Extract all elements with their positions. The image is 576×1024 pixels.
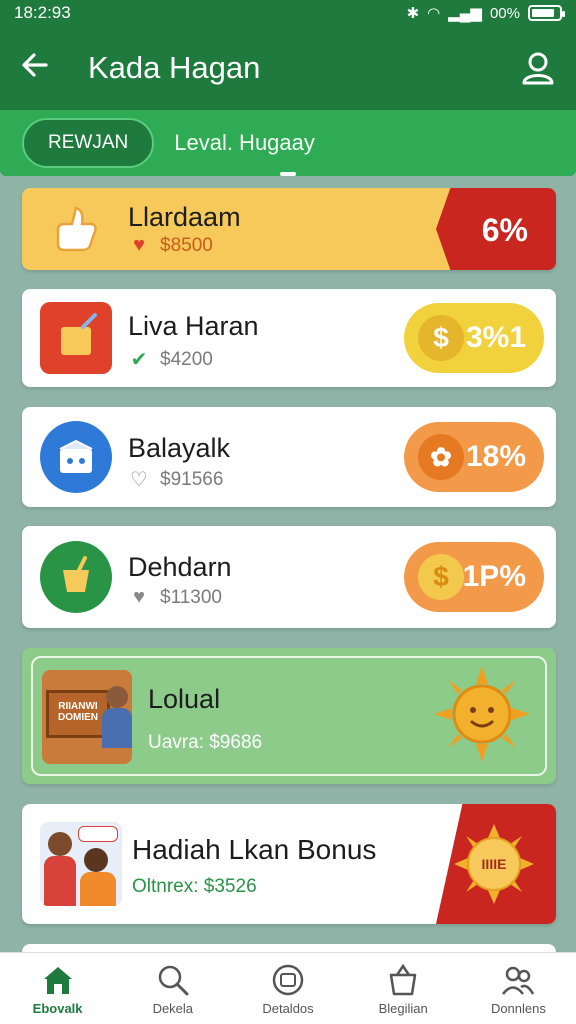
nav-item-blegilian[interactable]: Blegilian	[346, 953, 461, 1024]
card-subtitle: ✔ $4200	[128, 347, 213, 372]
badge-pill: ✿ 18%	[404, 422, 544, 492]
bonus-image	[40, 822, 122, 906]
list-item-dehdarn[interactable]: Dehdarn ♥ $11300 $ 1P%	[22, 526, 556, 628]
heart-icon: ♥	[133, 234, 145, 256]
cup-icon	[40, 302, 112, 374]
card-subtitle: Oltnrex: $3526	[132, 876, 257, 897]
person-body	[80, 872, 116, 906]
nav-item-donnlens[interactable]: Donnlens	[461, 953, 576, 1024]
heart-icon: ♥	[133, 586, 145, 608]
card-badge: 3%1	[465, 321, 526, 354]
coin-icon: $	[418, 554, 464, 600]
battery-percent: 00%	[489, 4, 520, 22]
coin-icon: $	[418, 315, 464, 361]
card-value: $8500	[160, 234, 213, 256]
nav-label: Donnlens	[490, 1001, 546, 1016]
card-badge: 6%	[481, 212, 528, 248]
featured-image: RIIANWI DOMIEN	[42, 670, 132, 764]
check-icon: ✔	[130, 349, 148, 371]
page-title: Kada Hagan	[88, 50, 261, 85]
bucket-icon	[40, 541, 112, 613]
card-value: $11300	[160, 586, 222, 608]
card-title: Liva Haran	[128, 311, 259, 341]
cup-shape	[61, 313, 97, 355]
card-subtitle: ♥ $11300	[128, 586, 222, 609]
card-title: Dehdarn	[128, 552, 232, 582]
featured-card[interactable]: RIIANWI DOMIEN Lolual Uavra: $9686	[22, 648, 556, 784]
thumbs-up-icon	[56, 206, 97, 252]
gift-icon	[271, 963, 305, 997]
featured-sign: RIIANWI DOMIEN	[46, 690, 110, 738]
card-subtitle: Uavra: $9686	[148, 732, 263, 753]
tab-strip: REWJAN Leval. Hugaay	[0, 110, 576, 176]
heart-outline-icon: ♡	[130, 469, 148, 491]
tab-rewjan[interactable]: REWJAN	[22, 118, 155, 168]
status-icons: ✱ ◠ ▂▄▆ 00%	[406, 4, 565, 22]
basket-icon	[386, 963, 420, 997]
card-value: $4200	[160, 348, 213, 370]
back-button[interactable]	[20, 50, 70, 86]
person-head	[48, 832, 72, 856]
card-value: $91566	[160, 468, 224, 490]
status-time: 18:2:93	[14, 3, 71, 22]
nav-item-ebovalk[interactable]: Ebovalk	[0, 953, 115, 1024]
sign-line-1: RIIANWI	[58, 701, 98, 712]
person-body	[102, 708, 132, 748]
list-item-liva-haran[interactable]: Liva Haran ✔ $4200 $ 3%1	[22, 289, 556, 387]
box-icon	[40, 421, 112, 493]
list-item-llardaam[interactable]: Llardaam ♥ $8500 6%	[22, 188, 556, 270]
profile-button[interactable]	[520, 50, 556, 86]
sun-face-icon	[434, 666, 530, 762]
nav-item-dekela[interactable]: Dekela	[115, 953, 230, 1024]
nav-label: Ebovalk	[32, 1001, 83, 1016]
list-item-balayalk[interactable]: Balayalk ♡ $91566 ✿ 18%	[22, 407, 556, 507]
person-head	[106, 686, 128, 708]
nav-label: Dekela	[152, 1001, 194, 1016]
bluetooth-icon: ✱	[406, 5, 420, 22]
card-title: Lolual	[148, 684, 221, 714]
person-body	[44, 856, 76, 906]
home-icon	[41, 963, 75, 997]
badge-pill: $ 3%1	[404, 303, 544, 373]
battery-icon	[528, 5, 565, 21]
bonus-badge-text: IIIIE	[481, 856, 507, 872]
card-badge: 18%	[465, 440, 526, 473]
bonus-card[interactable]: Hadiah Lkan Bonus Oltnrex: $3526 IIIIE	[22, 804, 556, 924]
tab-indicator	[280, 172, 296, 176]
status-bar: 18:2:93 ✱ ◠ ▂▄▆ 00%	[0, 0, 576, 26]
people-icon	[501, 963, 535, 997]
flower-icon: ✿	[418, 434, 464, 480]
card-title: Llardaam	[128, 202, 241, 232]
speech-bubble	[78, 826, 118, 842]
card-title: Hadiah Lkan Bonus	[132, 834, 377, 865]
badge-pill: $ 1P%	[404, 542, 544, 612]
bucket-shape	[63, 556, 89, 592]
tab-level[interactable]: Leval. Hugaay	[174, 130, 315, 156]
card-badge: 1P%	[462, 560, 526, 593]
app-bar: Kada Hagan	[0, 26, 576, 110]
bottom-nav: Ebovalk Dekela Detaldos Blegilian Donnle…	[0, 952, 576, 1024]
card-subtitle: ♡ $91566	[128, 467, 223, 492]
card-title: Balayalk	[128, 433, 231, 463]
user-icon	[522, 52, 554, 85]
battery-fill	[532, 9, 554, 17]
person-head	[84, 848, 108, 872]
search-icon	[156, 963, 190, 997]
back-arrow-icon	[22, 53, 48, 77]
nav-label: Detaldos	[262, 1001, 314, 1016]
card-subtitle: ♥ $8500	[128, 234, 213, 257]
nav-item-detaldos[interactable]: Detaldos	[230, 953, 345, 1024]
signal-icon: ▂▄▆	[448, 5, 482, 22]
box-shape	[59, 439, 93, 473]
wifi-icon: ◠	[427, 5, 441, 22]
nav-label: Blegilian	[378, 1001, 428, 1016]
sign-line-2: DOMIEN	[58, 712, 98, 723]
